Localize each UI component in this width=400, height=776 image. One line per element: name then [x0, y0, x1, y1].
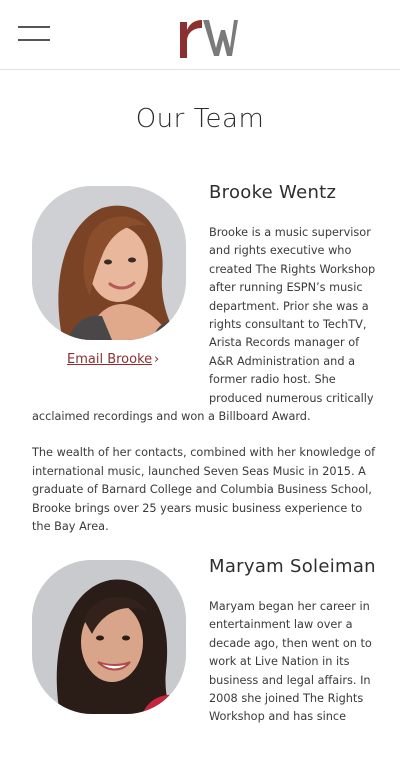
team-member-name: Maryam Soleiman	[209, 556, 376, 577]
team-member-name: Brooke Wentz	[209, 182, 337, 203]
site-header	[0, 0, 400, 70]
bio-paragraph: The wealth of her contacts, combined wit…	[32, 446, 376, 534]
hamburger-menu-icon[interactable]	[18, 26, 50, 42]
team-member-bio: Brooke is a music supervisor and rights …	[32, 224, 382, 555]
page-title: Our Team	[135, 104, 265, 134]
team-member-bio: Maryam began her career in entertainment…	[32, 598, 382, 776]
rw-logo[interactable]	[176, 14, 238, 58]
